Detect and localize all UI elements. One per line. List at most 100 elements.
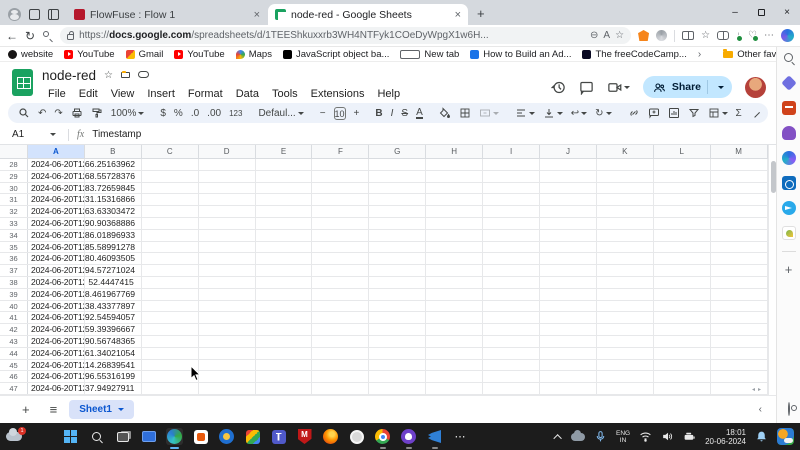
cell-b30[interactable]: 83.72659845 [85,183,142,194]
collapse-arrow-icon[interactable]: ‹ [759,404,762,415]
nav-search-icon[interactable] [42,30,53,41]
empty-cell[interactable] [312,336,369,347]
add-sheet-button[interactable]: + [14,402,38,417]
empty-cell[interactable] [199,336,256,347]
row-header[interactable]: 34 [0,230,28,241]
cell-a44[interactable]: 2024-06-20T12:2 [28,348,85,359]
cell-b46[interactable]: 96.55316199 [85,371,142,382]
row-header[interactable]: 42 [0,324,28,335]
empty-cell[interactable] [654,371,711,382]
insert-comment-icon[interactable] [648,107,660,119]
empty-cell[interactable] [256,336,313,347]
empty-cell[interactable] [540,183,597,194]
row-header[interactable]: 46 [0,371,28,382]
empty-cell[interactable] [256,324,313,335]
empty-cell[interactable] [142,301,199,312]
taskbar-search-icon[interactable] [88,428,105,445]
empty-cell[interactable] [256,265,313,276]
empty-cell[interactable] [199,253,256,264]
empty-cell[interactable] [369,159,426,170]
empty-cell[interactable] [312,230,369,241]
empty-cell[interactable] [142,194,199,205]
bookmark-item[interactable]: Maps [236,49,272,60]
empty-cell[interactable] [654,265,711,276]
column-header-d[interactable]: D [199,145,256,159]
sidebar-settings-icon[interactable] [788,403,790,415]
sheet-tab-menu-icon[interactable] [118,408,124,411]
empty-cell[interactable] [199,265,256,276]
empty-cell[interactable] [597,265,654,276]
cell-a32[interactable]: 2024-06-20T12:2 [28,206,85,217]
empty-cell[interactable] [654,171,711,182]
taskbar-mcafee-icon[interactable] [296,428,313,445]
sidebar-outlook-icon[interactable] [782,176,796,190]
formula-input[interactable]: Timestamp [92,129,141,140]
empty-cell[interactable] [312,171,369,182]
cell-a30[interactable]: 2024-06-20T12:2 [28,183,85,194]
format-currency-icon[interactable]: $ [160,108,166,119]
column-header-f[interactable]: F [312,145,369,159]
cell-a45[interactable]: 2024-06-20T12:2 [28,360,85,371]
taskbar-start-icon[interactable] [62,428,79,445]
spreadsheet-grid[interactable]: ABCDEFGHIJKLM 282024-06-20T12:266.251639… [0,145,776,395]
empty-cell[interactable] [483,348,540,359]
empty-cell[interactable] [369,265,426,276]
insert-link-icon[interactable] [628,107,640,119]
empty-cell[interactable] [483,336,540,347]
cell-a40[interactable]: 2024-06-20T12:2 [28,301,85,312]
empty-cell[interactable] [597,194,654,205]
empty-cell[interactable] [711,206,768,217]
empty-cell[interactable] [312,242,369,253]
empty-cell[interactable] [426,312,483,323]
cell-b31[interactable]: 31.15316866 [85,194,142,205]
empty-cell[interactable] [540,289,597,300]
empty-cell[interactable] [256,206,313,217]
split-screen-icon[interactable] [682,31,694,40]
empty-cell[interactable] [426,383,483,394]
empty-cell[interactable] [597,159,654,170]
empty-cell[interactable] [142,289,199,300]
empty-cell[interactable] [426,371,483,382]
cell-b42[interactable]: 59.39396667 [85,324,142,335]
empty-cell[interactable] [369,253,426,264]
empty-cell[interactable] [312,348,369,359]
row-header[interactable]: 44 [0,348,28,359]
vertical-tabs-icon[interactable] [48,9,59,20]
wifi-icon[interactable] [639,430,652,443]
zoom-out-icon[interactable]: ⊖ [590,30,598,41]
text-rotation-icon[interactable]: ↻ [595,108,611,119]
menu-file[interactable]: File [42,87,72,101]
cell-b39[interactable]: 8.461967769 [85,289,142,300]
row-header[interactable]: 35 [0,242,28,253]
empty-cell[interactable] [426,277,483,288]
empty-cell[interactable] [256,242,313,253]
empty-cell[interactable] [142,230,199,241]
empty-cell[interactable] [369,312,426,323]
empty-cell[interactable] [256,159,313,170]
empty-cell[interactable] [142,336,199,347]
empty-cell[interactable] [654,230,711,241]
empty-cell[interactable] [312,383,369,394]
column-header-e[interactable]: E [256,145,313,159]
text-color-icon[interactable]: A [416,108,423,119]
empty-cell[interactable] [312,218,369,229]
bold-icon[interactable]: B [375,108,382,119]
cell-b36[interactable]: 80.46093505 [85,253,142,264]
format-percent-icon[interactable]: % [174,108,183,119]
workspaces-icon[interactable] [29,9,40,20]
empty-cell[interactable] [426,253,483,264]
metamask-extension-icon[interactable] [638,30,649,41]
empty-cell[interactable] [711,360,768,371]
empty-cell[interactable] [540,218,597,229]
empty-cell[interactable] [199,171,256,182]
empty-cell[interactable] [540,206,597,217]
empty-cell[interactable] [312,159,369,170]
taskbar-teams-icon[interactable] [270,428,287,445]
account-avatar[interactable] [745,77,766,98]
empty-cell[interactable] [142,324,199,335]
empty-cell[interactable] [199,159,256,170]
empty-cell[interactable] [711,324,768,335]
empty-cell[interactable] [426,194,483,205]
cell-a36[interactable]: 2024-06-20T12:2 [28,253,85,264]
empty-cell[interactable] [483,277,540,288]
